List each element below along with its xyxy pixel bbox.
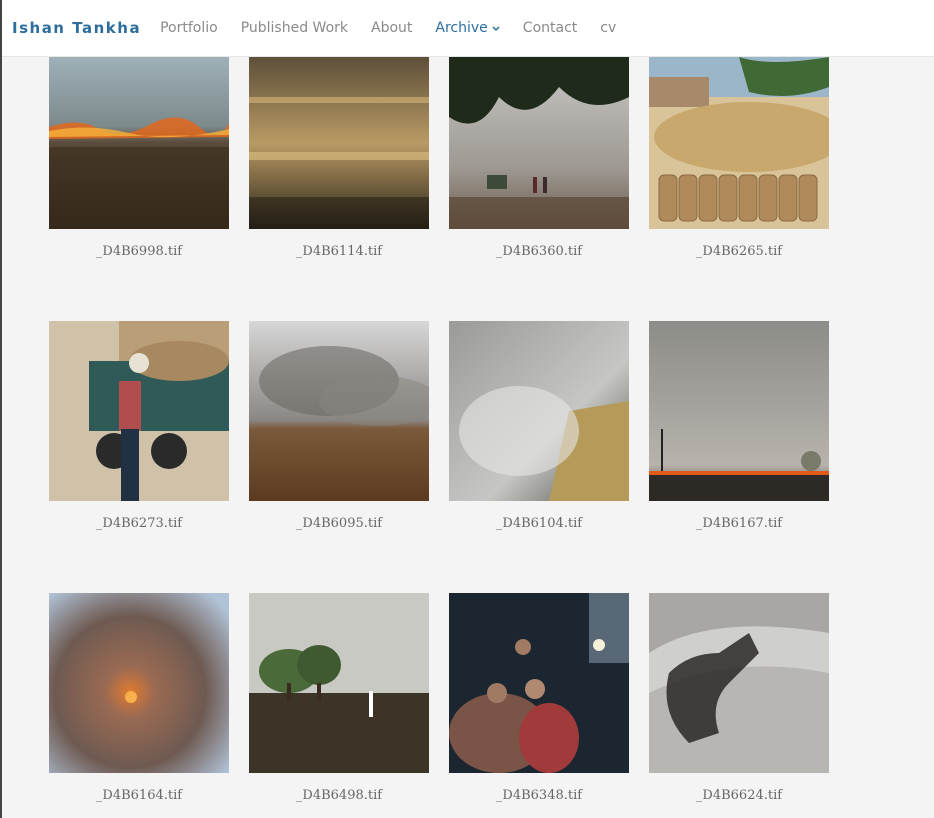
gallery-caption[interactable]: _D4B6114.tif <box>249 244 429 259</box>
gallery-caption[interactable]: _D4B6164.tif <box>49 788 229 803</box>
gallery-thumbnail[interactable] <box>249 57 429 229</box>
gallery-grid: _D4B6998.tif _D4B6114.tif _D4B6360.tif _… <box>49 57 829 818</box>
gallery-caption[interactable]: _D4B6095.tif <box>249 516 429 531</box>
gallery-item: _D4B6104.tif <box>449 321 629 531</box>
gallery-thumbnail[interactable] <box>449 593 629 773</box>
gallery-thumbnail[interactable] <box>49 321 229 501</box>
gallery-item: _D4B6114.tif <box>249 57 429 259</box>
gallery-item: _D4B6998.tif <box>49 57 229 259</box>
gallery-thumbnail[interactable] <box>449 321 629 501</box>
main-nav: Portfolio Published Work About Archive C… <box>160 20 639 36</box>
gallery-thumbnail[interactable] <box>649 321 829 501</box>
gallery-item: _D4B6624.tif <box>649 593 829 803</box>
gallery-item: _D4B6265.tif <box>649 57 829 259</box>
nav-about[interactable]: About <box>371 20 412 36</box>
gallery-caption[interactable]: _D4B6104.tif <box>449 516 629 531</box>
gallery-caption[interactable]: _D4B6360.tif <box>449 244 629 259</box>
gallery-thumbnail[interactable] <box>249 593 429 773</box>
nav-archive[interactable]: Archive <box>435 20 500 36</box>
gallery-item: _D4B6095.tif <box>249 321 429 531</box>
gallery-caption[interactable]: _D4B6498.tif <box>249 788 429 803</box>
nav-published-work[interactable]: Published Work <box>241 20 348 36</box>
gallery-caption[interactable]: _D4B6273.tif <box>49 516 229 531</box>
gallery-caption[interactable]: _D4B6167.tif <box>649 516 829 531</box>
gallery-item: _D4B6348.tif <box>449 593 629 803</box>
gallery-caption[interactable]: _D4B6998.tif <box>49 244 229 259</box>
site-brand-link[interactable]: Ishan Tankha <box>12 19 141 37</box>
gallery-thumbnail[interactable] <box>649 57 829 229</box>
gallery-item: _D4B6273.tif <box>49 321 229 531</box>
gallery-item: _D4B6360.tif <box>449 57 629 259</box>
gallery-thumbnail[interactable] <box>649 593 829 773</box>
gallery-thumbnail[interactable] <box>249 321 429 501</box>
gallery-thumbnail[interactable] <box>49 57 229 229</box>
nav-contact[interactable]: Contact <box>523 20 577 36</box>
nav-archive-label: Archive <box>435 20 488 36</box>
nav-cv[interactable]: cv <box>600 20 616 36</box>
gallery-caption[interactable]: _D4B6348.tif <box>449 788 629 803</box>
window-edge <box>0 0 2 818</box>
gallery-caption[interactable]: _D4B6624.tif <box>649 788 829 803</box>
gallery-thumbnail[interactable] <box>449 57 629 229</box>
gallery-item: _D4B6498.tif <box>249 593 429 803</box>
gallery-thumbnail[interactable] <box>49 593 229 773</box>
nav-portfolio[interactable]: Portfolio <box>160 20 218 36</box>
site-header: Ishan Tankha Portfolio Published Work Ab… <box>2 0 934 57</box>
chevron-down-icon <box>492 20 500 36</box>
gallery-caption[interactable]: _D4B6265.tif <box>649 244 829 259</box>
gallery-item: _D4B6167.tif <box>649 321 829 531</box>
gallery-item: _D4B6164.tif <box>49 593 229 803</box>
